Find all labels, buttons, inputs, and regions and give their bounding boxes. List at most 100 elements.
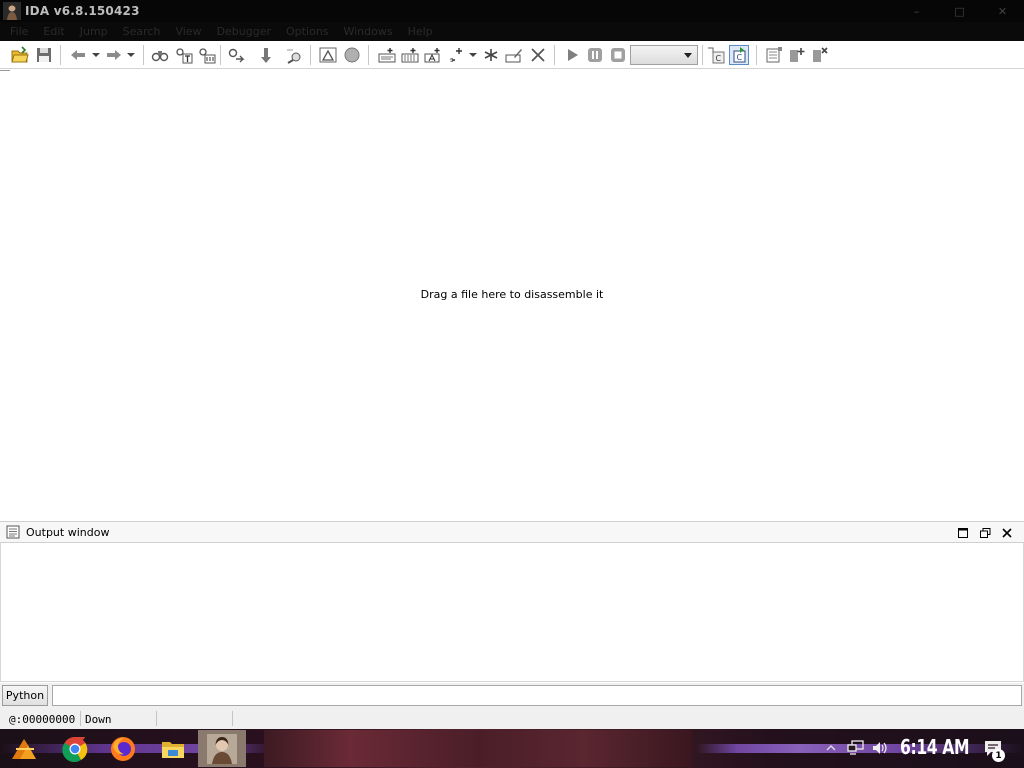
output-close-button[interactable]: [996, 524, 1018, 542]
debug-pause-button[interactable]: [585, 45, 605, 65]
debugger-select[interactable]: [630, 45, 698, 65]
open-folder-icon: [11, 46, 29, 63]
menu-file[interactable]: File: [4, 25, 34, 38]
string-icon: [424, 48, 440, 63]
menu-search[interactable]: Search: [117, 25, 167, 38]
ida-app-icon[interactable]: [3, 2, 21, 20]
command-input[interactable]: [52, 685, 1022, 706]
make-string-button[interactable]: [423, 45, 443, 65]
drop-hint-text: Drag a file here to disassemble it: [420, 288, 604, 301]
taskbar-window-preview[interactable]: [264, 730, 692, 767]
undefine-button[interactable]: [528, 45, 548, 65]
make-code-button[interactable]: [377, 45, 397, 65]
breakpoint-add-icon: [790, 48, 805, 62]
pause-icon: [588, 48, 602, 62]
find-register-button[interactable]: [284, 45, 304, 65]
taskbar-file-explorer[interactable]: [157, 733, 189, 765]
forward-history-dropdown[interactable]: [127, 51, 135, 59]
folder-icon: [162, 742, 184, 758]
search-immediate-button[interactable]: [197, 45, 217, 65]
jump-down-button[interactable]: [256, 45, 276, 65]
minimize-button[interactable]: –: [895, 0, 938, 22]
toolbar-separator: [368, 45, 369, 65]
tray-volume[interactable]: [870, 737, 890, 759]
taskbar-ida[interactable]: [206, 733, 238, 765]
toolbar-separator: [702, 45, 703, 65]
add-breakpoint-button[interactable]: [787, 45, 807, 65]
array-dropdown[interactable]: [469, 51, 477, 59]
search-sequence-button[interactable]: [150, 45, 170, 65]
firefox-icon: [111, 737, 135, 761]
search-next-icon: [228, 48, 245, 63]
menu-view[interactable]: View: [169, 25, 207, 38]
debug-start-button[interactable]: [562, 45, 582, 65]
close-icon: [1002, 528, 1012, 538]
binoculars-icon: [151, 51, 169, 62]
maximize-icon: [958, 528, 968, 538]
tray-network[interactable]: [846, 737, 866, 759]
switch-debugger-icon: C: [733, 47, 746, 63]
debugger-options-button[interactable]: C: [706, 45, 726, 65]
status-divider: [232, 711, 233, 726]
navigate-back-button[interactable]: [68, 45, 88, 65]
save-disk-icon: [37, 48, 51, 62]
taskbar-clock[interactable]: 6:14 AM: [900, 735, 969, 759]
output-maximize-button[interactable]: [952, 524, 974, 542]
output-restore-button[interactable]: [974, 524, 996, 542]
breakpoint-list-button[interactable]: [764, 45, 784, 65]
chevron-down-icon: [92, 53, 100, 57]
toolbar-separator: [143, 45, 144, 65]
taskbar-chrome[interactable]: [59, 733, 91, 765]
binoculars-text-icon: [176, 48, 193, 64]
rename-button[interactable]: [504, 45, 524, 65]
start-button[interactable]: [8, 733, 40, 765]
list-icon: [766, 47, 782, 63]
menu-debugger[interactable]: Debugger: [211, 25, 277, 38]
navigate-forward-button[interactable]: [104, 45, 124, 65]
menu-bar: File Edit Jump Search View Debugger Opti…: [0, 22, 1024, 41]
taskbar: 6:14 AM 1: [0, 729, 1024, 768]
graph-view-button[interactable]: [318, 45, 338, 65]
chevron-up-icon: [826, 745, 836, 751]
menu-options[interactable]: Options: [280, 25, 334, 38]
menu-edit[interactable]: Edit: [37, 25, 70, 38]
make-data-button[interactable]: [400, 45, 420, 65]
triangle-chart-icon: [319, 47, 337, 63]
svg-text:C: C: [716, 54, 722, 63]
status-divider: [156, 711, 157, 726]
close-button[interactable]: ✕: [981, 0, 1024, 22]
debug-stop-button[interactable]: [608, 45, 628, 65]
rename-icon: [505, 49, 522, 63]
workspace-corner-mark: [0, 70, 10, 71]
search-text-button[interactable]: [174, 45, 194, 65]
toolbar-separator: [60, 45, 61, 65]
make-structure-button[interactable]: [481, 45, 501, 65]
python-language-button[interactable]: Python: [2, 685, 48, 706]
back-history-dropdown[interactable]: [92, 51, 100, 59]
color-button[interactable]: [342, 45, 362, 65]
maximize-button[interactable]: □: [938, 0, 981, 22]
delete-breakpoint-button[interactable]: [810, 45, 830, 65]
data-icon: [401, 48, 419, 63]
search-next-button[interactable]: [226, 45, 246, 65]
open-file-button[interactable]: [10, 45, 30, 65]
status-divider: [80, 711, 81, 726]
toolbar-separator: [310, 45, 311, 65]
save-button[interactable]: [34, 45, 54, 65]
menu-jump[interactable]: Jump: [74, 25, 114, 38]
switch-debugger-button[interactable]: C: [729, 45, 749, 65]
taskbar-firefox[interactable]: [107, 733, 139, 765]
menu-help[interactable]: Help: [402, 25, 439, 38]
network-icon: [847, 740, 864, 755]
menu-windows[interactable]: Windows: [337, 25, 398, 38]
arrow-right-icon: [107, 50, 121, 60]
status-bar: @:00000000 Down: [0, 708, 1024, 729]
tray-overflow-button[interactable]: [825, 737, 837, 759]
output-window-body[interactable]: [0, 543, 1024, 682]
make-array-button[interactable]: s: [447, 45, 467, 65]
disassembly-workspace[interactable]: Drag a file here to disassemble it: [0, 70, 1024, 521]
output-window-header: Output window: [0, 521, 1024, 543]
document-icon: [6, 525, 20, 539]
svg-text:C: C: [737, 53, 743, 62]
status-address: @:00000000: [9, 712, 76, 726]
